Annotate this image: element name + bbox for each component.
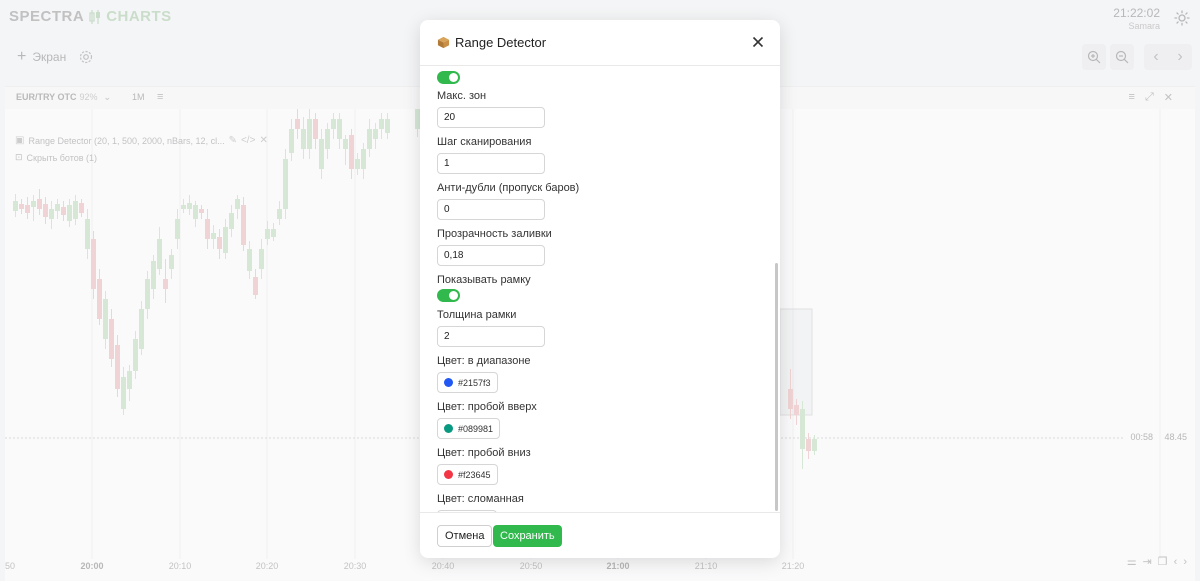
color-broken-label: Цвет: сломанная [437,493,524,505]
border-width-label: Толщина рамки [437,309,517,321]
color-break-up-label: Цвет: пробой вверх [437,401,537,413]
show-border-toggle[interactable] [437,289,460,302]
dialog-title-text: Range Detector [455,35,547,50]
border-width-input[interactable] [437,326,545,347]
scan-step-input[interactable] [437,153,545,174]
max-zones-input[interactable] [437,107,545,128]
color-break-up-value: #089981 [458,423,494,434]
dialog-header: Range Detector [420,20,780,66]
dialog-footer: Отмена Сохранить [420,512,780,558]
save-button[interactable]: Сохранить [493,525,562,547]
indicator-settings-dialog: Range Detector Макс. зон Шаг сканировани… [420,20,780,558]
color-in-range-picker[interactable]: #2157f3 [437,372,498,393]
cancel-button[interactable]: Отмена [437,525,493,547]
anti-dupes-label: Анти-дубли (пропуск баров) [437,182,580,194]
color-break-down-label: Цвет: пробой вниз [437,447,531,459]
max-zones-label: Макс. зон [437,90,487,102]
close-dialog-icon[interactable] [750,34,766,50]
dialog-body[interactable]: Макс. зон Шаг сканирования Анти-дубли (п… [420,67,780,512]
settings-form: Макс. зон Шаг сканирования Анти-дубли (п… [437,71,757,512]
color-in-range-label: Цвет: в диапазоне [437,355,531,367]
scan-step-label: Шаг сканирования [437,136,532,148]
color-swatch [444,378,453,387]
color-break-down-picker[interactable]: #f23645 [437,464,498,485]
show-border-label: Показывать рамку [437,274,531,286]
package-icon [437,36,450,49]
enabled-toggle[interactable] [437,71,460,84]
toggle-knob [449,73,458,82]
color-in-range-value: #2157f3 [458,377,491,388]
fill-opacity-label: Прозрачность заливки [437,228,552,240]
color-swatch [444,470,453,479]
color-break-up-picker[interactable]: #089981 [437,418,501,439]
color-swatch [444,424,453,433]
fill-opacity-input[interactable] [437,245,545,266]
toggle-knob [449,291,458,300]
dialog-scrollbar[interactable] [775,263,778,511]
color-break-down-value: #f23645 [458,469,491,480]
dialog-title: Range Detector [437,35,546,50]
anti-dupes-input[interactable] [437,199,545,220]
